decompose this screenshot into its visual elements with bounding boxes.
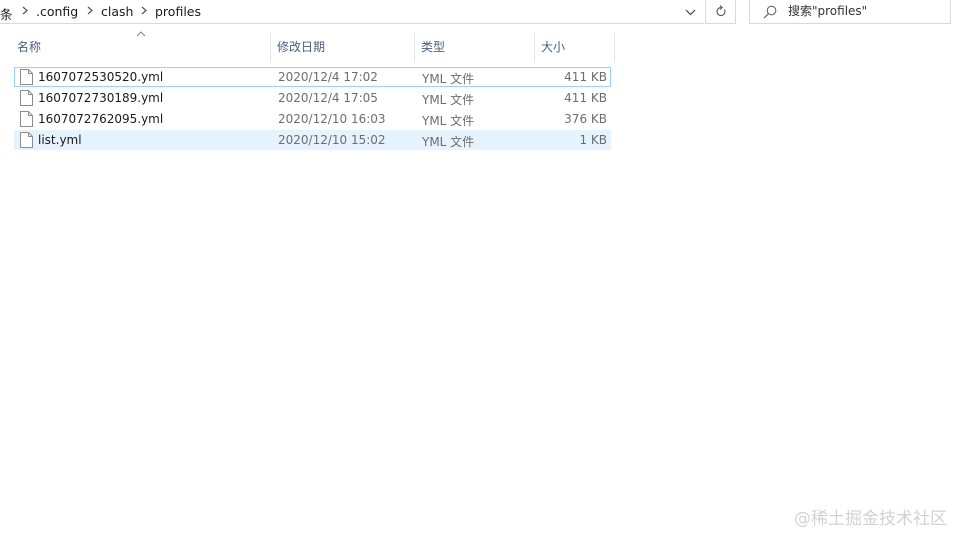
- search-box[interactable]: [749, 0, 951, 24]
- search-icon: [763, 5, 777, 19]
- file-name: 1607072530520.yml: [38, 70, 164, 84]
- file-type: YML 文件: [422, 93, 475, 107]
- file-type: YML 文件: [422, 114, 475, 128]
- file-icon: [20, 69, 33, 85]
- file-modified: 2020/12/10 15:02: [278, 133, 386, 147]
- column-header-size-label: 大小: [541, 40, 566, 54]
- chevron-right-icon[interactable]: [140, 4, 148, 16]
- file-name: list.yml: [38, 133, 82, 147]
- breadcrumb-config[interactable]: .config: [36, 4, 78, 19]
- file-modified: 2020/12/4 17:05: [278, 91, 378, 105]
- file-row[interactable]: 1607072530520.yml 2020/12/4 17:02 YML 文件…: [14, 67, 611, 87]
- file-name: 1607072762095.yml: [38, 112, 164, 126]
- breadcrumb-parent[interactable]: 条: [0, 4, 13, 23]
- refresh-button[interactable]: [705, 0, 736, 24]
- file-size: 411 KB: [564, 91, 607, 105]
- column-header-modified[interactable]: 修改日期: [271, 33, 415, 62]
- column-header-type[interactable]: 类型: [415, 33, 535, 62]
- watermark: @稀土掘金技术社区: [794, 509, 947, 529]
- column-header-size[interactable]: 大小: [535, 33, 615, 62]
- file-icon: [20, 90, 33, 106]
- file-modified: 2020/12/4 17:02: [278, 70, 378, 84]
- file-type: YML 文件: [422, 72, 475, 86]
- column-header-name[interactable]: 名称: [11, 33, 271, 62]
- column-header-modified-label: 修改日期: [277, 40, 326, 54]
- column-header-name-label: 名称: [17, 40, 42, 54]
- breadcrumb-clash[interactable]: clash: [101, 4, 133, 19]
- column-header-type-label: 类型: [421, 40, 446, 54]
- file-icon: [20, 132, 33, 148]
- file-row[interactable]: 1607072730189.yml 2020/12/4 17:05 YML 文件…: [14, 88, 611, 108]
- chevron-down-icon[interactable]: [679, 2, 701, 22]
- file-type: YML 文件: [422, 135, 475, 149]
- file-name: 1607072730189.yml: [38, 91, 164, 105]
- breadcrumb-profiles[interactable]: profiles: [155, 4, 201, 19]
- file-size: 1 KB: [579, 133, 607, 147]
- file-row[interactable]: 1607072762095.yml 2020/12/10 16:03 YML 文…: [14, 109, 611, 129]
- file-row[interactable]: list.yml 2020/12/10 15:02 YML 文件 1 KB: [14, 130, 611, 150]
- file-size: 376 KB: [564, 112, 607, 126]
- file-size: 411 KB: [564, 70, 607, 84]
- file-modified: 2020/12/10 16:03: [278, 112, 386, 126]
- chevron-right-icon[interactable]: [86, 4, 94, 16]
- chevron-right-icon[interactable]: [21, 4, 29, 16]
- refresh-icon: [715, 5, 726, 17]
- file-icon: [20, 111, 33, 127]
- search-input[interactable]: [788, 2, 946, 20]
- address-bar[interactable]: 条 .config clash profiles: [0, 0, 704, 24]
